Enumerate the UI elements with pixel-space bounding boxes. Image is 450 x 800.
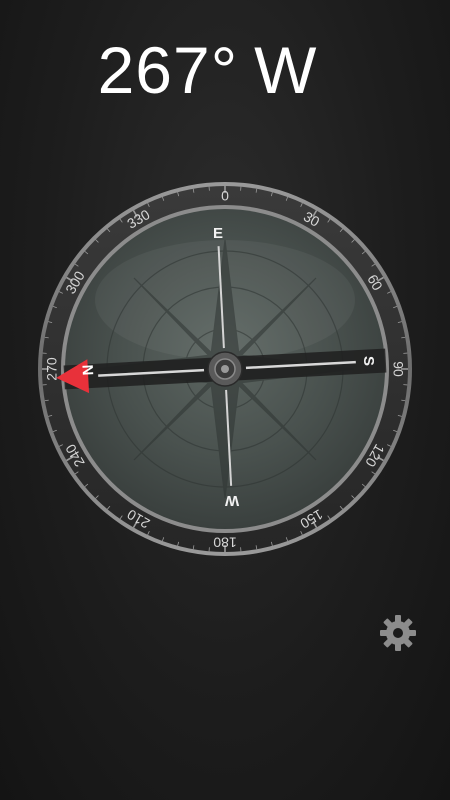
cardinal-west: W (224, 492, 239, 509)
dial-label-90: 90 (390, 361, 406, 377)
compass-dial: 0306090120150180210240270300330 N E S W (38, 182, 412, 556)
gear-icon[interactable] (378, 613, 418, 653)
heading-degrees: 267° (97, 33, 239, 107)
heading-readout: 267° W (0, 30, 415, 110)
dial-label-270: 270 (44, 357, 60, 381)
cardinal-north: N (80, 364, 98, 376)
cardinal-east: E (213, 225, 223, 242)
cardinal-south: S (360, 356, 377, 366)
pivot-cap (221, 365, 229, 373)
dial-label-180: 180 (213, 534, 237, 550)
heading-direction: W (254, 33, 318, 107)
dial-label-0: 0 (221, 188, 229, 204)
